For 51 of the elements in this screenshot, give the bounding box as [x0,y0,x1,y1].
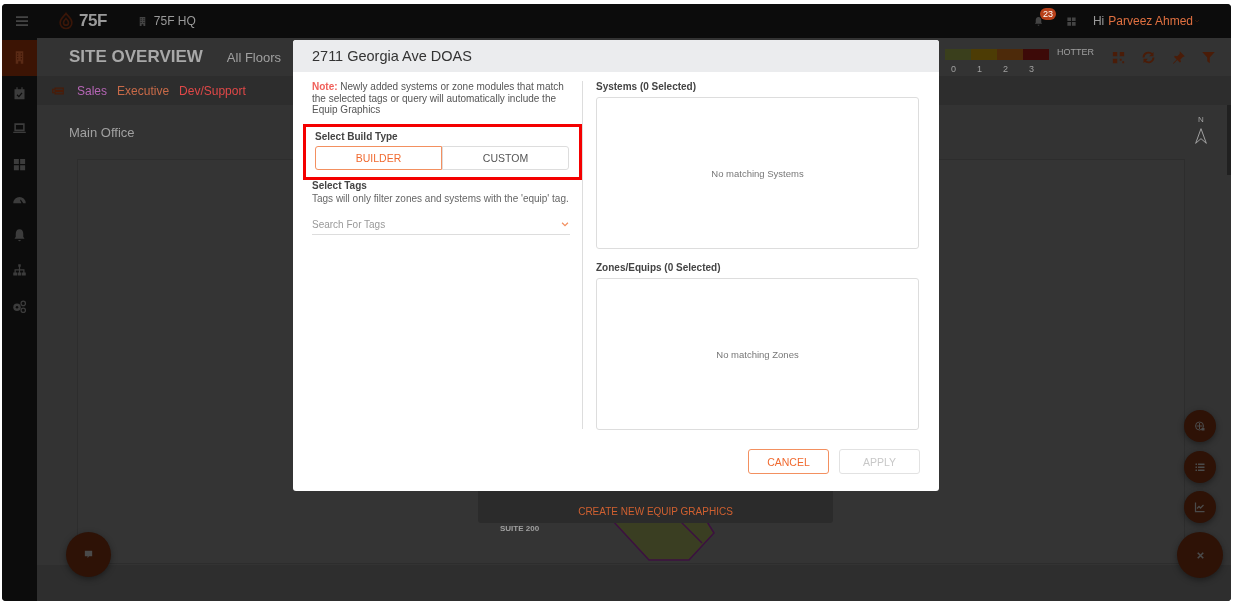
list-icon [1194,461,1206,473]
calendar-check-icon [12,85,27,101]
user-menu[interactable]: Parveez Ahmed [1108,14,1193,28]
compass-north-label: N [1198,115,1204,124]
line-chart-icon [1194,501,1206,513]
hierarchy-icon [12,263,27,279]
heat-scale-label: 1 [977,63,982,74]
chat-icon [83,549,94,560]
qr-code-icon[interactable] [1111,49,1126,65]
heat-scale-end-label: HOTTER [1057,47,1094,57]
refresh-icon[interactable] [1141,49,1156,65]
note-text: Note: Newly added systems or zone modules that match the selected tags or query will automatically include the Equip Graphics [312,81,565,117]
cancel-button[interactable]: CANCEL [748,449,829,474]
zones-label: Zones/Equips (0 Selected) [596,262,722,273]
floor-filter[interactable]: All Floors [226,49,281,65]
gears-icon [12,298,27,314]
tag-filter[interactable]: Dev/Support [179,83,246,98]
tags-hint: Tags will only filter zones and systems with the 'equip' tag. [312,193,570,205]
build-type-label: Select Build Type [315,131,399,143]
tag-filter[interactable]: Executive [117,83,170,98]
bell-icon[interactable] [1032,15,1044,27]
scrollbar-thumb[interactable] [1227,105,1231,175]
grid-icon [12,156,27,172]
tag-filter[interactable]: Sales [77,83,108,98]
empty-message: No matching Systems [711,167,804,179]
crosshair-icon [1194,420,1206,432]
menu-icon[interactable] [14,13,30,29]
flame-logo-icon [56,11,76,31]
floor-name: Main Office [69,125,135,140]
notification-badge: 23 [1039,7,1056,20]
empty-message: No matching Zones [716,348,799,360]
page-title: SITE OVERVIEW [69,47,203,67]
caret-icon [1193,17,1201,25]
bell-icon [12,227,27,243]
heat-scale-label: 0 [951,63,956,74]
modal-title: 2711 Georgia Ave DOAS [293,40,939,72]
site-name[interactable]: 75F HQ [153,14,196,28]
build-type-option[interactable]: BUILDER [315,146,442,171]
suite-label: SUITE 200 [500,524,540,533]
close-icon [1194,549,1206,561]
filter-icon[interactable] [1201,49,1216,65]
sidebar-item[interactable] [2,40,37,76]
apps-grid-icon[interactable] [1065,15,1077,27]
build-type-option[interactable]: CUSTOM [442,146,569,171]
brand-logo-text: 75F [79,11,107,31]
pin-icon[interactable] [1171,49,1186,65]
tags-label: Select Tags [312,180,368,192]
heat-scale-label: 3 [1029,63,1034,74]
systems-label: Systems (0 Selected) [596,81,698,92]
greeting-text: Hi [1092,14,1105,28]
heat-scale-label: 2 [1003,63,1008,74]
